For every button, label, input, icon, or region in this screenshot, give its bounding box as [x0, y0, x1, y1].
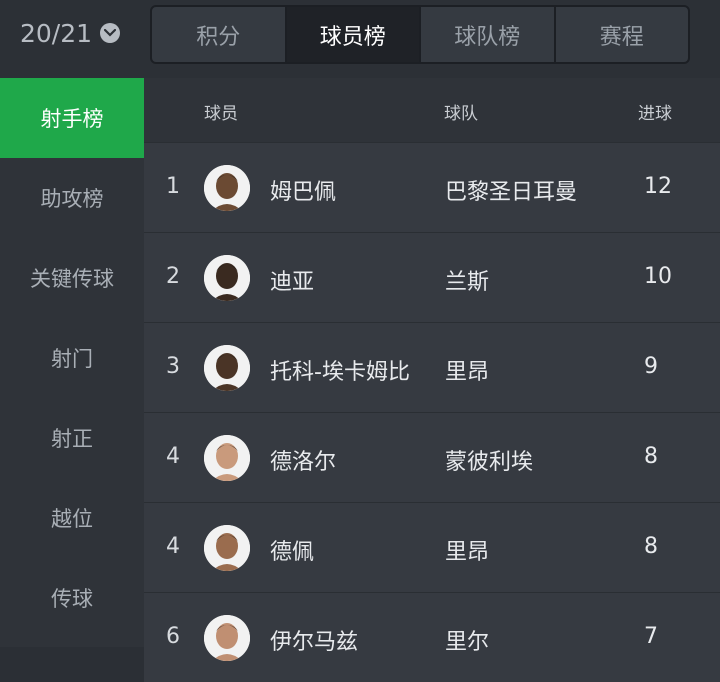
player-name: 迪亚 [270, 270, 315, 295]
team-name: 里昂 [445, 540, 490, 565]
goals-count: 10 [644, 264, 672, 289]
rank-number: 4 [166, 444, 180, 469]
table-body: 1 姆巴佩 巴黎圣日耳曼 12 2 迪亚 兰斯 10 3 托科-埃卡姆比 里昂 9 4 德洛尔 蒙彼利埃 8 4… [144, 142, 720, 682]
tab-bar: 积分 球员榜 球队榜 赛程 [150, 5, 690, 64]
header-player: 球员 [204, 104, 238, 124]
tab-team-ranking[interactable]: 球队榜 [419, 7, 554, 62]
player-name: 德洛尔 [270, 450, 337, 475]
sidebar-item-shots[interactable]: 射门 [0, 318, 144, 398]
player-name: 托科-埃卡姆比 [270, 360, 410, 385]
goals-count: 9 [644, 354, 658, 379]
goals-count: 7 [644, 624, 658, 649]
chevron-down-icon [100, 23, 121, 43]
rank-number: 2 [166, 264, 180, 289]
team-name: 巴黎圣日耳曼 [445, 180, 578, 205]
player-avatar [204, 525, 250, 571]
header-goals: 进球 [638, 104, 672, 124]
rank-number: 3 [166, 354, 180, 379]
sidebar: 射手榜 助攻榜 关键传球 射门 射正 越位 传球 [0, 78, 144, 647]
season-selector[interactable]: 20/21 [20, 16, 121, 50]
player-name: 德佩 [270, 540, 315, 565]
sidebar-item-scorers[interactable]: 射手榜 [0, 78, 144, 158]
team-name: 蒙彼利埃 [445, 450, 534, 475]
table-header: 球员 球队 进球 [144, 78, 720, 142]
table-row[interactable]: 4 德洛尔 蒙彼利埃 8 [144, 412, 720, 502]
table-row[interactable]: 1 姆巴佩 巴黎圣日耳曼 12 [144, 142, 720, 232]
rank-number: 1 [166, 174, 180, 199]
table-row[interactable]: 2 迪亚 兰斯 10 [144, 232, 720, 322]
sidebar-item-offsides[interactable]: 越位 [0, 478, 144, 558]
tab-standings[interactable]: 积分 [152, 7, 285, 62]
header-team: 球队 [444, 104, 478, 124]
team-name: 里尔 [445, 630, 490, 655]
top-bar: 20/21 积分 球员榜 球队榜 赛程 [0, 0, 720, 78]
tab-player-ranking[interactable]: 球员榜 [284, 7, 419, 62]
player-name: 姆巴佩 [270, 180, 337, 205]
team-name: 里昂 [445, 360, 490, 385]
player-avatar [204, 615, 250, 661]
ranking-table: 球员 球队 进球 1 姆巴佩 巴黎圣日耳曼 12 2 迪亚 兰斯 10 3 托科-埃卡姆比 里昂 9 4… [144, 78, 720, 682]
team-name: 兰斯 [445, 270, 490, 295]
sidebar-item-passes[interactable]: 传球 [0, 558, 144, 638]
goals-count: 12 [644, 174, 672, 199]
rank-number: 6 [166, 624, 180, 649]
sidebar-item-assists[interactable]: 助攻榜 [0, 158, 144, 238]
season-label: 20/21 [20, 18, 93, 48]
sidebar-item-key-passes[interactable]: 关键传球 [0, 238, 144, 318]
table-row[interactable]: 4 德佩 里昂 8 [144, 502, 720, 592]
player-name: 伊尔马兹 [270, 630, 359, 655]
player-avatar [204, 345, 250, 391]
table-row[interactable]: 6 伊尔马兹 里尔 7 [144, 592, 720, 682]
rank-number: 4 [166, 534, 180, 559]
player-avatar [204, 165, 250, 211]
goals-count: 8 [644, 534, 658, 559]
sidebar-item-shots-on-target[interactable]: 射正 [0, 398, 144, 478]
tab-schedule[interactable]: 赛程 [553, 7, 689, 62]
player-avatar [204, 435, 250, 481]
goals-count: 8 [644, 444, 658, 469]
player-avatar [204, 255, 250, 301]
table-row[interactable]: 3 托科-埃卡姆比 里昂 9 [144, 322, 720, 412]
